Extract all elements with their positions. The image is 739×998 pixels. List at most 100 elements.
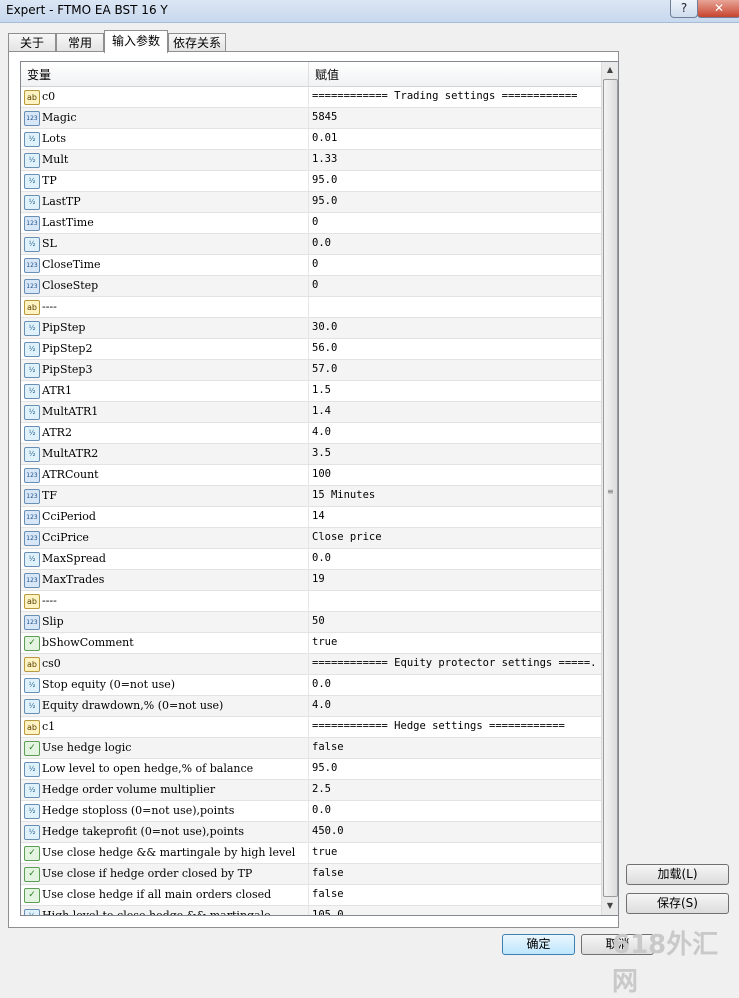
parameter-row[interactable]: ½ PipStep3 57.0 <box>21 360 601 381</box>
parameter-row[interactable]: ½ ATR2 4.0 <box>21 423 601 444</box>
parameter-row[interactable]: ab ---- <box>21 591 601 612</box>
parameter-value[interactable]: 95.0 <box>312 762 598 774</box>
parameter-value[interactable]: true <box>312 636 598 648</box>
parameter-value[interactable]: 95.0 <box>312 174 598 186</box>
parameter-row[interactable]: ✓ Use close if hedge order closed by TP fa… <box>21 864 601 885</box>
parameter-row[interactable]: 123 CloseTime 0 <box>21 255 601 276</box>
parameter-value[interactable]: 2.5 <box>312 783 598 795</box>
parameter-row[interactable]: ½ MultATR1 1.4 <box>21 402 601 423</box>
parameter-row[interactable]: ½ MaxSpread 0.0 <box>21 549 601 570</box>
parameter-value[interactable]: 56.0 <box>312 342 598 354</box>
parameter-row[interactable]: ✓ Use close hedge if all main orders clos… <box>21 885 601 906</box>
parameter-row[interactable]: ½ High level to close hedge && martingale… <box>21 906 601 915</box>
parameter-value[interactable]: ============ Equity protector settings =… <box>312 657 598 669</box>
parameter-row[interactable]: 123 Magic 5845 <box>21 108 601 129</box>
parameter-value[interactable]: 1.5 <box>312 384 598 396</box>
parameter-value[interactable]: 105.0 <box>312 909 598 915</box>
parameter-name: Hedge order volume multiplier <box>42 783 216 796</box>
help-button[interactable]: ? <box>670 0 698 18</box>
parameter-row[interactable]: ✓ Use hedge logic false <box>21 738 601 759</box>
parameter-row[interactable]: ½ Mult 1.33 <box>21 150 601 171</box>
parameter-value[interactable]: 5845 <box>312 111 598 123</box>
parameter-value[interactable]: false <box>312 888 598 900</box>
save-button[interactable]: 保存(S) <box>626 893 729 914</box>
scroll-thumb[interactable]: ≡ <box>603 79 618 897</box>
parameter-value[interactable]: 0.0 <box>312 678 598 690</box>
column-header-value[interactable]: 赋值 <box>315 66 339 83</box>
parameter-value[interactable]: false <box>312 741 598 753</box>
parameter-row[interactable]: ½ Equity drawdown,% (0=not use) 4.0 <box>21 696 601 717</box>
ok-button[interactable]: 确定 <box>502 934 575 955</box>
parameter-value[interactable]: 0 <box>312 258 598 270</box>
parameter-value[interactable]: 1.33 <box>312 153 598 165</box>
parameter-name: ---- <box>42 300 57 313</box>
parameter-row[interactable]: ab cs0 ============ Equity protector setti… <box>21 654 601 675</box>
type-dbl-icon: ½ <box>24 405 40 420</box>
parameter-value[interactable]: 0.01 <box>312 132 598 144</box>
parameter-value[interactable]: 0.0 <box>312 237 598 249</box>
parameter-row[interactable]: ✓ bShowComment true <box>21 633 601 654</box>
parameter-row[interactable]: ab c0 ============ Trading settings ======… <box>21 87 601 108</box>
parameter-row[interactable]: 123 LastTime 0 <box>21 213 601 234</box>
parameter-row[interactable]: 123 CciPrice Close price <box>21 528 601 549</box>
parameter-value[interactable]: 3.5 <box>312 447 598 459</box>
tab-about[interactable]: 关于 <box>8 33 56 52</box>
parameter-value[interactable]: true <box>312 846 598 858</box>
parameter-row[interactable]: ½ Hedge takeprofit (0=not use),points 450.… <box>21 822 601 843</box>
parameter-value[interactable]: 19 <box>312 573 598 585</box>
parameter-value[interactable]: 15 Minutes <box>312 489 598 501</box>
parameter-row[interactable]: ½ LastTP 95.0 <box>21 192 601 213</box>
parameter-value[interactable]: 30.0 <box>312 321 598 333</box>
parameter-row[interactable]: 123 Slip 50 <box>21 612 601 633</box>
parameter-row[interactable]: ½ Hedge stoploss (0=not use),points 0.0 <box>21 801 601 822</box>
parameter-value[interactable]: 100 <box>312 468 598 480</box>
column-header-variable[interactable]: 变量 <box>27 66 51 83</box>
parameter-value[interactable]: 0 <box>312 279 598 291</box>
parameter-row[interactable]: ½ Stop equity (0=not use) 0.0 <box>21 675 601 696</box>
parameter-row[interactable]: ½ Low level to open hedge,% of balance 95.… <box>21 759 601 780</box>
parameter-value[interactable]: 14 <box>312 510 598 522</box>
parameter-row[interactable]: ½ PipStep 30.0 <box>21 318 601 339</box>
parameter-name: TP <box>42 174 57 187</box>
type-int-icon: 123 <box>24 279 40 294</box>
parameter-value[interactable]: 0.0 <box>312 552 598 564</box>
parameter-row[interactable]: ½ ATR1 1.5 <box>21 381 601 402</box>
parameter-row[interactable]: ab ---- <box>21 297 601 318</box>
parameter-row[interactable]: 123 CciPeriod 14 <box>21 507 601 528</box>
scroll-down-icon[interactable]: ▼ <box>602 898 618 914</box>
tab-dependencies[interactable]: 依存关系 <box>168 33 226 52</box>
parameter-value[interactable]: 0.0 <box>312 804 598 816</box>
parameter-value[interactable]: 1.4 <box>312 405 598 417</box>
parameter-value[interactable]: ============ Trading settings ==========… <box>312 90 598 102</box>
parameter-row[interactable]: ½ MultATR2 3.5 <box>21 444 601 465</box>
parameter-value[interactable]: 57.0 <box>312 363 598 375</box>
parameter-value[interactable]: 4.0 <box>312 699 598 711</box>
vertical-scrollbar[interactable]: ▲ ≡ ▼ <box>601 62 618 915</box>
scroll-up-icon[interactable]: ▲ <box>602 62 618 78</box>
parameter-value[interactable]: 4.0 <box>312 426 598 438</box>
parameter-value[interactable]: false <box>312 867 598 879</box>
type-dbl-icon: ½ <box>24 699 40 714</box>
parameter-row[interactable]: ½ TP 95.0 <box>21 171 601 192</box>
parameter-row[interactable]: ½ SL 0.0 <box>21 234 601 255</box>
parameter-row[interactable]: ab c1 ============ Hedge settings ========… <box>21 717 601 738</box>
parameter-value[interactable]: 50 <box>312 615 598 627</box>
parameter-value[interactable]: ============ Hedge settings ============ <box>312 720 598 732</box>
parameter-value[interactable]: 95.0 <box>312 195 598 207</box>
parameter-row[interactable]: 123 ATRCount 100 <box>21 465 601 486</box>
parameter-value[interactable]: 0 <box>312 216 598 228</box>
parameter-value[interactable]: 450.0 <box>312 825 598 837</box>
tab-inputs[interactable]: 输入参数 <box>104 30 168 53</box>
tab-common[interactable]: 常用 <box>56 33 104 52</box>
parameter-row[interactable]: 123 TF 15 Minutes <box>21 486 601 507</box>
parameter-row[interactable]: 123 MaxTrades 19 <box>21 570 601 591</box>
parameter-value[interactable]: Close price <box>312 531 598 543</box>
parameter-row[interactable]: ½ PipStep2 56.0 <box>21 339 601 360</box>
title-bar: Expert - FTMO EA BST 16 Y ? ✕ <box>0 0 739 23</box>
load-button[interactable]: 加载(L) <box>626 864 729 885</box>
parameter-row[interactable]: ½ Hedge order volume multiplier 2.5 <box>21 780 601 801</box>
parameter-row[interactable]: 123 CloseStep 0 <box>21 276 601 297</box>
parameter-row[interactable]: ✓ Use close hedge && martingale by high l… <box>21 843 601 864</box>
parameter-row[interactable]: ½ Lots 0.01 <box>21 129 601 150</box>
close-button[interactable]: ✕ <box>697 0 739 18</box>
